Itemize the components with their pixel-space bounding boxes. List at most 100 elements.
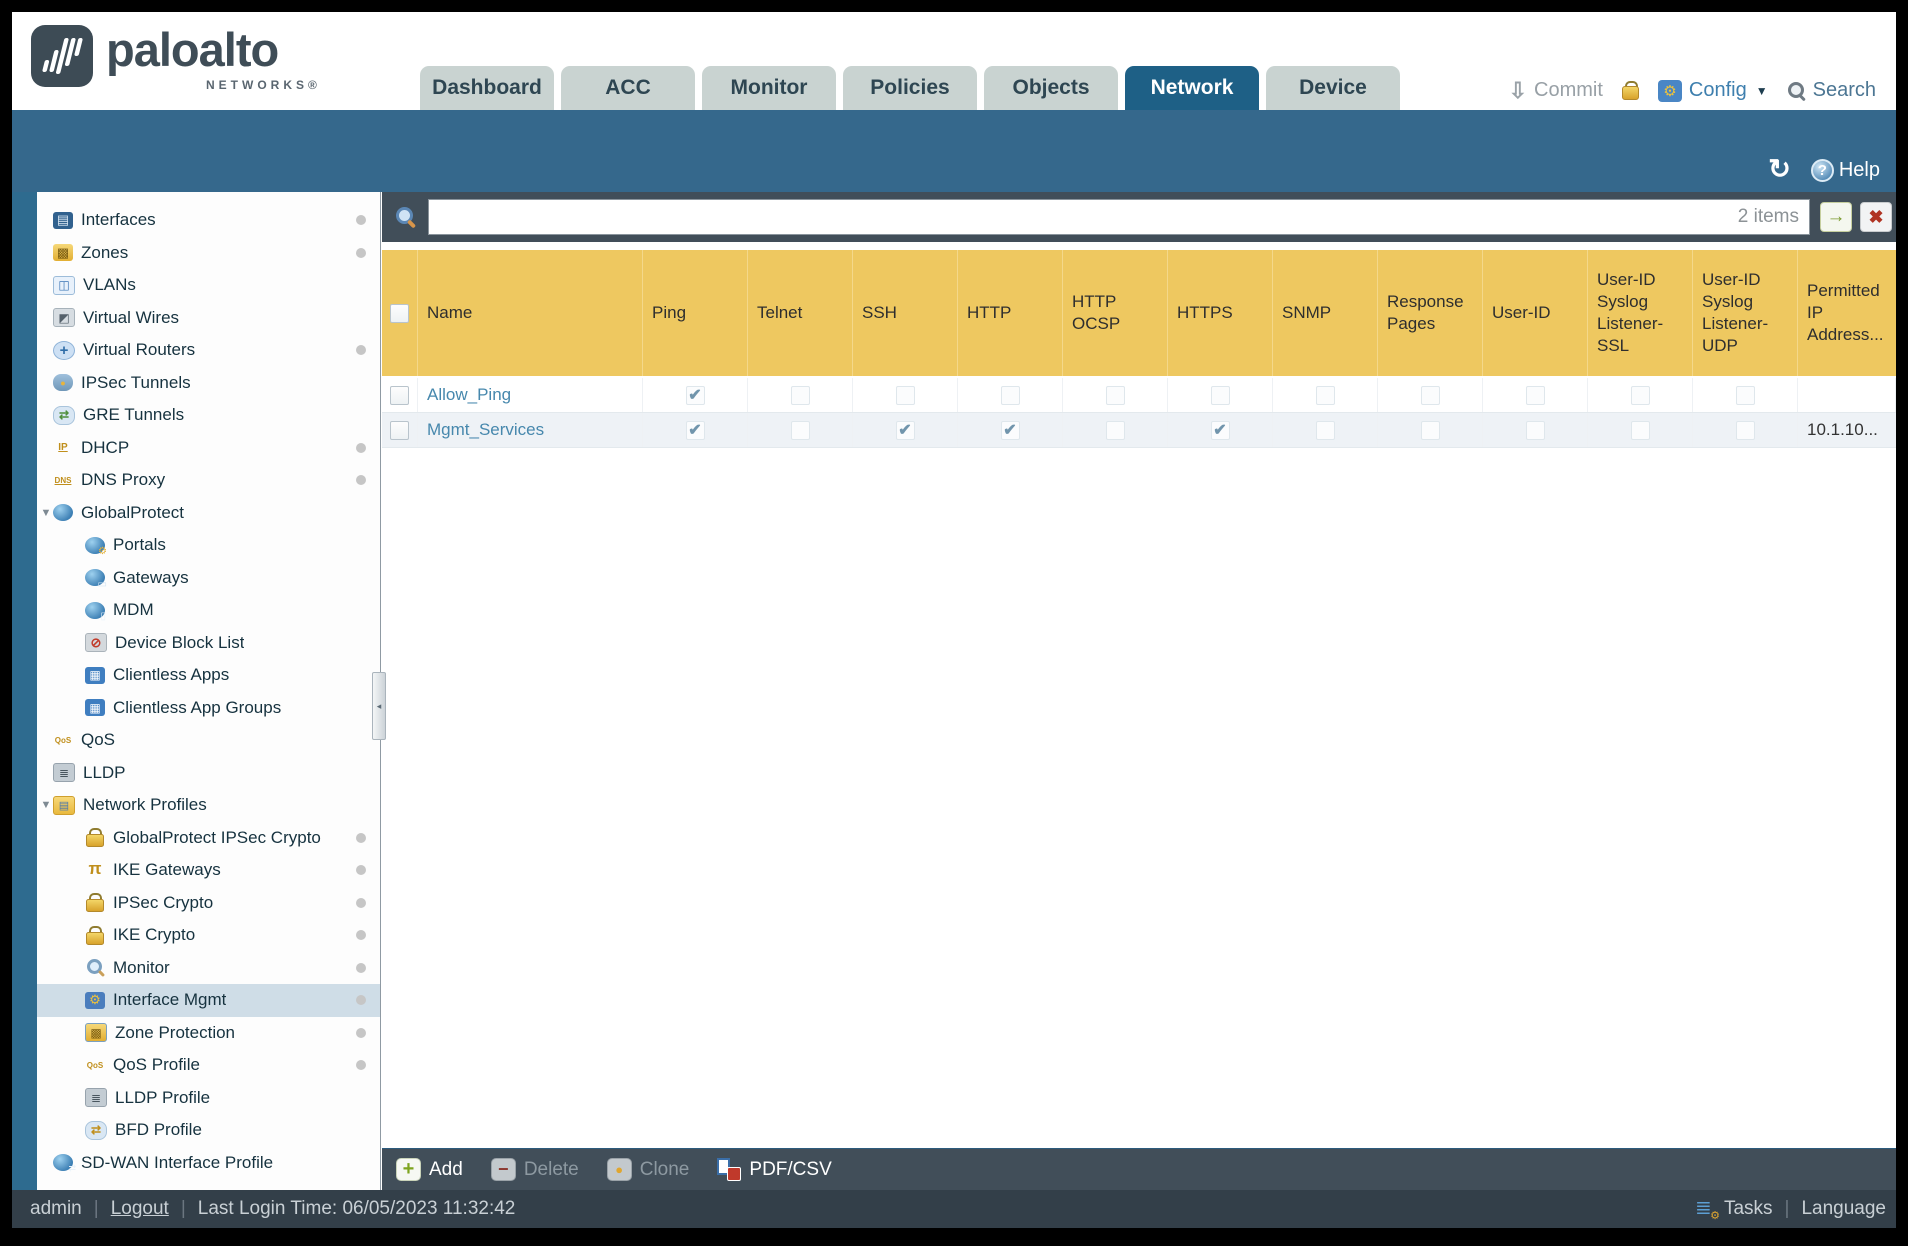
monitor-magnifier-icon [85, 959, 105, 976]
sidebar-item-portals[interactable]: Portals [37, 529, 380, 562]
drag-dot [356, 442, 366, 453]
expand-arrow-icon[interactable]: ▼ [39, 507, 53, 519]
profile-name-link[interactable]: Mgmt_Services [427, 420, 544, 440]
drag-dot [356, 962, 366, 973]
profile-name-link[interactable]: Allow_Ping [427, 385, 511, 405]
tab-objects[interactable]: Objects [984, 66, 1118, 110]
sidebar-item-qos-profile[interactable]: QoS Profile [37, 1049, 380, 1082]
sidebar-item-interface-mgmt[interactable]: Interface Mgmt [37, 984, 380, 1017]
pdf-csv-button[interactable]: PDF/CSV [717, 1158, 832, 1181]
tab-policies[interactable]: Policies [843, 66, 977, 110]
sidebar-item-monitor-profile[interactable]: Monitor [37, 952, 380, 985]
clientless-apps-icon [85, 666, 105, 684]
column-header-name[interactable]: Name [418, 250, 643, 376]
tab-network[interactable]: Network [1125, 66, 1259, 110]
sidebar-item-globalprotect-ipsec-crypto[interactable]: GlobalProtect IPSec Crypto [37, 822, 380, 855]
sidebar-item-mdm[interactable]: MDM [37, 594, 380, 627]
language-button[interactable]: Language [1801, 1198, 1886, 1220]
sidebar-item-gateways[interactable]: Gateways [37, 562, 380, 595]
tasks-button[interactable]: Tasks [1695, 1198, 1773, 1222]
sidebar-item-clientless-apps[interactable]: Clientless Apps [37, 659, 380, 692]
globalprotect-globe-icon [53, 504, 73, 522]
sidebar-item-zones[interactable]: Zones [37, 237, 380, 270]
table-row: Allow_Ping [382, 378, 1896, 413]
sidebar-item-clientless-app-groups[interactable]: Clientless App Groups [37, 692, 380, 725]
sidebar-item-ipsec-crypto[interactable]: IPSec Crypto [37, 887, 380, 920]
add-button[interactable]: + Add [396, 1158, 463, 1181]
column-header-user-id[interactable]: User-ID [1483, 250, 1588, 376]
tab-acc[interactable]: ACC [561, 66, 695, 110]
sidebar-item-virtual-wires[interactable]: Virtual Wires [37, 302, 380, 335]
sidebar-item-ike-crypto[interactable]: IKE Crypto [37, 919, 380, 952]
sidebar-item-zone-protection[interactable]: Zone Protection [37, 1017, 380, 1050]
column-header-response-pages[interactable]: Response Pages [1378, 250, 1483, 376]
user-id-ssl-check [1630, 420, 1650, 440]
clone-button: ● Clone [606, 1158, 689, 1181]
tab-device[interactable]: Device [1266, 66, 1400, 110]
global-search-button[interactable]: Search [1786, 79, 1876, 102]
sidebar-item-lldp[interactable]: LLDP [37, 757, 380, 790]
drag-dot [356, 865, 366, 876]
portals-icon [85, 536, 107, 557]
ssh-check [895, 385, 915, 405]
sidebar-item-network-profiles[interactable]: ▼ Network Profiles [37, 789, 380, 822]
sidebar-item-ike-gateways[interactable]: IKE Gateways [37, 854, 380, 887]
network-sidebar: Interfaces Zones VLANs Virtual Wires Vir… [37, 192, 381, 1190]
column-header-ssh[interactable]: SSH [853, 250, 958, 376]
dns-proxy-icon [53, 472, 73, 489]
brand-subtitle: NETWORKS® [206, 78, 321, 92]
column-header-telnet[interactable]: Telnet [748, 250, 853, 376]
minus-icon: − [490, 1158, 516, 1181]
network-profiles-folder-icon [53, 795, 75, 815]
sidebar-item-globalprotect[interactable]: ▼ GlobalProtect [37, 497, 380, 530]
user-id-check [1525, 385, 1545, 405]
row-select-checkbox[interactable] [390, 385, 409, 405]
column-header-permitted-ip[interactable]: Permitted IP Address... [1798, 250, 1896, 376]
sidebar-item-qos[interactable]: QoS [37, 724, 380, 757]
sidebar-item-dhcp[interactable]: DHCP [37, 432, 380, 465]
sidebar-item-gre-tunnels[interactable]: GRE Tunnels [37, 399, 380, 432]
sidebar-item-bfd-profile[interactable]: BFD Profile [37, 1114, 380, 1147]
clear-filter-button[interactable]: ✖ [1860, 202, 1892, 232]
table-header: Name Ping Telnet SSH HTTP HTTP OCSP HTTP… [382, 250, 1896, 378]
tasks-icon [1695, 1200, 1720, 1222]
apply-filter-button[interactable]: → [1820, 202, 1852, 232]
help-button[interactable]: Help [1810, 159, 1880, 182]
column-header-http-ocsp[interactable]: HTTP OCSP [1063, 250, 1168, 376]
sidebar-item-ipsec-tunnels[interactable]: IPSec Tunnels [37, 367, 380, 400]
column-header-https[interactable]: HTTPS [1168, 250, 1273, 376]
column-header-user-id-syslog-ssl[interactable]: User-ID Syslog Listener-SSL [1588, 250, 1693, 376]
lock-icon[interactable] [1621, 81, 1640, 100]
commit-button[interactable]: ⇩ Commit [1509, 79, 1603, 102]
drag-dot [356, 215, 366, 226]
user-id-udp-check [1735, 385, 1755, 405]
mdm-icon [85, 601, 106, 622]
tab-dashboard[interactable]: Dashboard [420, 66, 554, 110]
column-header-ping[interactable]: Ping [643, 250, 748, 376]
sidebar-item-device-block-list[interactable]: Device Block List [37, 627, 380, 660]
tab-monitor[interactable]: Monitor [702, 66, 836, 110]
filter-input[interactable] [429, 200, 1809, 234]
sidebar-item-dns-proxy[interactable]: DNS Proxy [37, 464, 380, 497]
logout-link[interactable]: Logout [111, 1198, 169, 1220]
magnifier-icon [1786, 81, 1806, 101]
sidebar-item-interfaces[interactable]: Interfaces [37, 204, 380, 237]
snmp-check [1315, 385, 1335, 405]
sidebar-collapse-handle[interactable]: ◂ [372, 672, 386, 740]
select-all-checkbox[interactable] [390, 303, 409, 323]
row-select-checkbox[interactable] [390, 420, 409, 440]
sidebar-item-sdwan-interface-profile[interactable]: SD-WAN Interface Profile [37, 1147, 380, 1180]
sidebar-item-vlans[interactable]: VLANs [37, 269, 380, 302]
config-dropdown-button[interactable]: Config ▼ [1657, 79, 1768, 102]
response-pages-check [1420, 385, 1440, 405]
column-header-http[interactable]: HTTP [958, 250, 1063, 376]
select-all-cell [382, 250, 418, 376]
column-header-user-id-syslog-udp[interactable]: User-ID Syslog Listener-UDP [1693, 250, 1798, 376]
expand-arrow-icon[interactable]: ▼ [39, 799, 53, 811]
refresh-icon[interactable]: ↻ [1768, 156, 1791, 183]
sidebar-item-virtual-routers[interactable]: Virtual Routers [37, 334, 380, 367]
column-header-snmp[interactable]: SNMP [1273, 250, 1378, 376]
sdwan-globe-icon [53, 1154, 76, 1174]
sub-header-band: ↻ Help [12, 110, 1896, 192]
sidebar-item-lldp-profile[interactable]: LLDP Profile [37, 1082, 380, 1115]
